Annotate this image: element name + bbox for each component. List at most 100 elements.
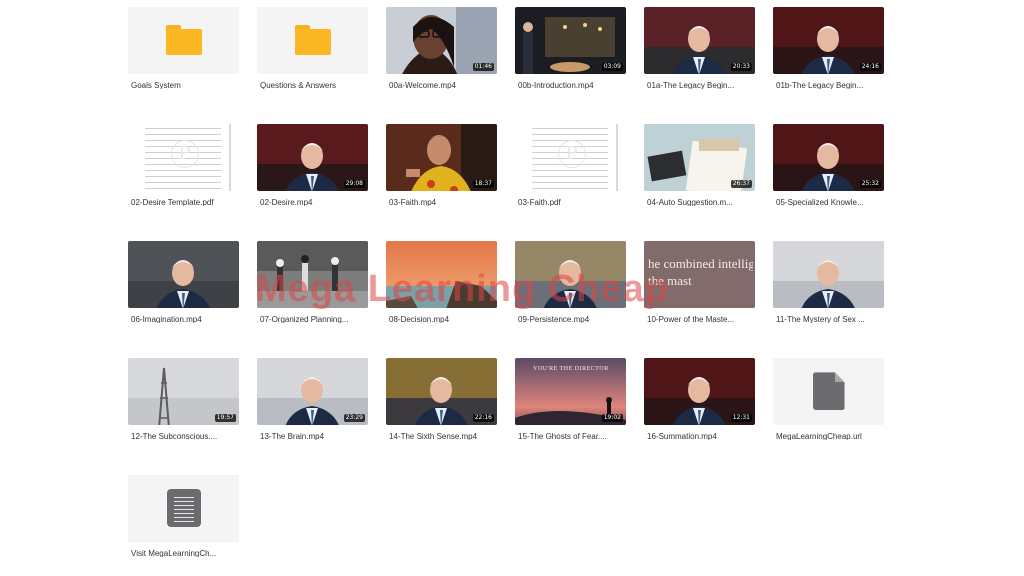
file-name: 12-The Subconscious.... [131, 431, 218, 440]
file-name: 03-Faith.mp4 [389, 197, 437, 206]
file-tile[interactable]: 23:29 13-The Brain.mp4 [257, 358, 368, 440]
duration-badge: 25:32 [859, 179, 881, 188]
slide-caption: YOU'RE THE DIRECTOR [533, 366, 609, 372]
file-name: 03-Faith.pdf [518, 197, 561, 206]
file-tile[interactable]: 06-Imagination.mp4 [128, 241, 239, 323]
file-name: Questions & Answers [260, 80, 337, 89]
file-name: MegaLearningCheap.url [776, 431, 862, 440]
file-thumbnail[interactable]: 03:09 [515, 7, 626, 74]
file-grid: Goals System Questions & Answers 01:46 00a-… [128, 7, 888, 557]
file-thumbnail[interactable] [515, 241, 626, 308]
file-name: 05-Specialized Knowle... [776, 197, 864, 206]
folder-icon [294, 25, 331, 56]
duration-badge: 29:08 [343, 179, 365, 188]
file-name: 02-Desire.mp4 [260, 197, 313, 206]
file-name: 14-The Sixth Sense.mp4 [389, 431, 478, 440]
file-thumbnail[interactable]: 20:33 [644, 7, 755, 74]
file-name: 10-Power of the Maste... [647, 314, 735, 323]
video-thumbnail-image [257, 241, 368, 308]
file-tile[interactable]: 26:37 04-Auto Suggestion.m... [644, 124, 755, 206]
file-tile[interactable]: 09-Persistence.mp4 [515, 241, 626, 323]
file-name: 04-Auto Suggestion.m... [647, 197, 733, 206]
file-tile[interactable]: YOU'RE THE DIRECTOR 19:02 15-The Ghosts of… [515, 358, 626, 440]
file-tile[interactable]: 03:09 00b-Introduction.mp4 [515, 7, 626, 89]
duration-badge: 19:57 [214, 413, 236, 422]
file-name: 11-The Mystery of Sex ... [776, 314, 865, 323]
duration-badge: 24:16 [859, 62, 881, 71]
duration-badge: 23:29 [343, 413, 365, 422]
file-tile[interactable]: 25:32 05-Specialized Knowle... [773, 124, 884, 206]
file-name: 16-Summation.mp4 [647, 431, 717, 440]
file-name: Goals System [131, 80, 181, 89]
file-tile[interactable]: 18:37 03-Faith.mp4 [386, 124, 497, 206]
duration-badge: 18:37 [472, 179, 494, 188]
file-name: Visit MegaLearningCh... [131, 548, 217, 557]
file-name: 09-Persistence.mp4 [518, 314, 590, 323]
folder-icon [165, 25, 202, 56]
video-thumbnail-image [773, 241, 884, 308]
file-tile[interactable]: 12:31 16-Summation.mp4 [644, 358, 755, 440]
file-thumbnail[interactable]: 12:31 [644, 358, 755, 425]
document-icon [166, 489, 201, 528]
file-thumbnail[interactable] [773, 241, 884, 308]
file-thumbnail[interactable]: he combined intellig the mast [644, 241, 755, 308]
file-name: 00b-Introduction.mp4 [518, 80, 594, 89]
link-file-icon [812, 372, 845, 411]
file-thumbnail[interactable]: 25:32 [773, 124, 884, 191]
file-tile[interactable]: Questions & Answers [257, 7, 368, 89]
file-tile[interactable]: 22:16 14-The Sixth Sense.mp4 [386, 358, 497, 440]
file-tile[interactable]: he combined intellig the mast 10-Power of… [644, 241, 755, 323]
file-thumbnail[interactable]: 01:46 [386, 7, 497, 74]
video-thumbnail-image [128, 241, 239, 308]
file-thumbnail[interactable]: 19:57 [128, 358, 239, 425]
file-name: 07-Organized Planning... [260, 314, 349, 323]
file-thumbnail[interactable]: P [515, 124, 626, 191]
file-thumbnail[interactable]: P [128, 124, 239, 191]
duration-badge: 22:16 [472, 413, 494, 422]
duration-badge: 01:46 [472, 62, 494, 71]
pdf-preview-icon: P [136, 124, 231, 191]
file-thumbnail[interactable]: 29:08 [257, 124, 368, 191]
file-thumbnail[interactable] [386, 241, 497, 308]
video-thumbnail-image [515, 241, 626, 308]
file-tile[interactable]: Goals System [128, 7, 239, 89]
file-tile[interactable]: 24:16 01b-The Legacy Begin... [773, 7, 884, 89]
file-name: 00a-Welcome.mp4 [389, 80, 456, 89]
duration-badge: 19:02 [601, 413, 623, 422]
file-tile[interactable]: 01:46 00a-Welcome.mp4 [386, 7, 497, 89]
duration-badge: 03:09 [601, 62, 623, 71]
duration-badge: 12:31 [730, 413, 752, 422]
pdf-preview-icon: P [523, 124, 618, 191]
file-thumbnail[interactable]: 24:16 [773, 7, 884, 74]
video-thumbnail-image [386, 241, 497, 308]
file-thumbnail[interactable]: 22:16 [386, 358, 497, 425]
file-tile[interactable]: 07-Organized Planning... [257, 241, 368, 323]
file-tile[interactable]: 19:57 12-The Subconscious.... [128, 358, 239, 440]
file-tile[interactable]: MegaLearningCheap.url [773, 358, 884, 440]
file-name: 15-The Ghosts of Fear.... [518, 431, 607, 440]
file-name: 01b-The Legacy Begin... [776, 80, 864, 89]
file-thumbnail[interactable] [128, 7, 239, 74]
file-thumbnail[interactable]: 18:37 [386, 124, 497, 191]
file-tile[interactable]: P 03-Faith.pdf [515, 124, 626, 206]
file-tile[interactable]: 20:33 01a-The Legacy Begin... [644, 7, 755, 89]
file-thumbnail[interactable] [128, 241, 239, 308]
file-tile[interactable]: 29:08 02-Desire.mp4 [257, 124, 368, 206]
file-name: 13-The Brain.mp4 [260, 431, 325, 440]
file-name: 06-Imagination.mp4 [131, 314, 202, 323]
file-thumbnail[interactable] [257, 7, 368, 74]
file-tile[interactable]: 11-The Mystery of Sex ... [773, 241, 884, 323]
file-tile[interactable]: 08-Decision.mp4 [386, 241, 497, 323]
file-name: 02-Desire Template.pdf [131, 197, 214, 206]
file-thumbnail[interactable] [773, 358, 884, 425]
file-thumbnail[interactable]: 23:29 [257, 358, 368, 425]
duration-badge: 26:37 [730, 179, 752, 188]
file-thumbnail[interactable] [128, 475, 239, 542]
file-tile[interactable]: P 02-Desire Template.pdf [128, 124, 239, 206]
file-thumbnail[interactable]: YOU'RE THE DIRECTOR 19:02 [515, 358, 626, 425]
file-name: 08-Decision.mp4 [389, 314, 450, 323]
file-thumbnail[interactable] [257, 241, 368, 308]
file-thumbnail[interactable]: 26:37 [644, 124, 755, 191]
file-tile[interactable]: Visit MegaLearningCh... [128, 475, 239, 557]
duration-badge: 20:33 [730, 62, 752, 71]
